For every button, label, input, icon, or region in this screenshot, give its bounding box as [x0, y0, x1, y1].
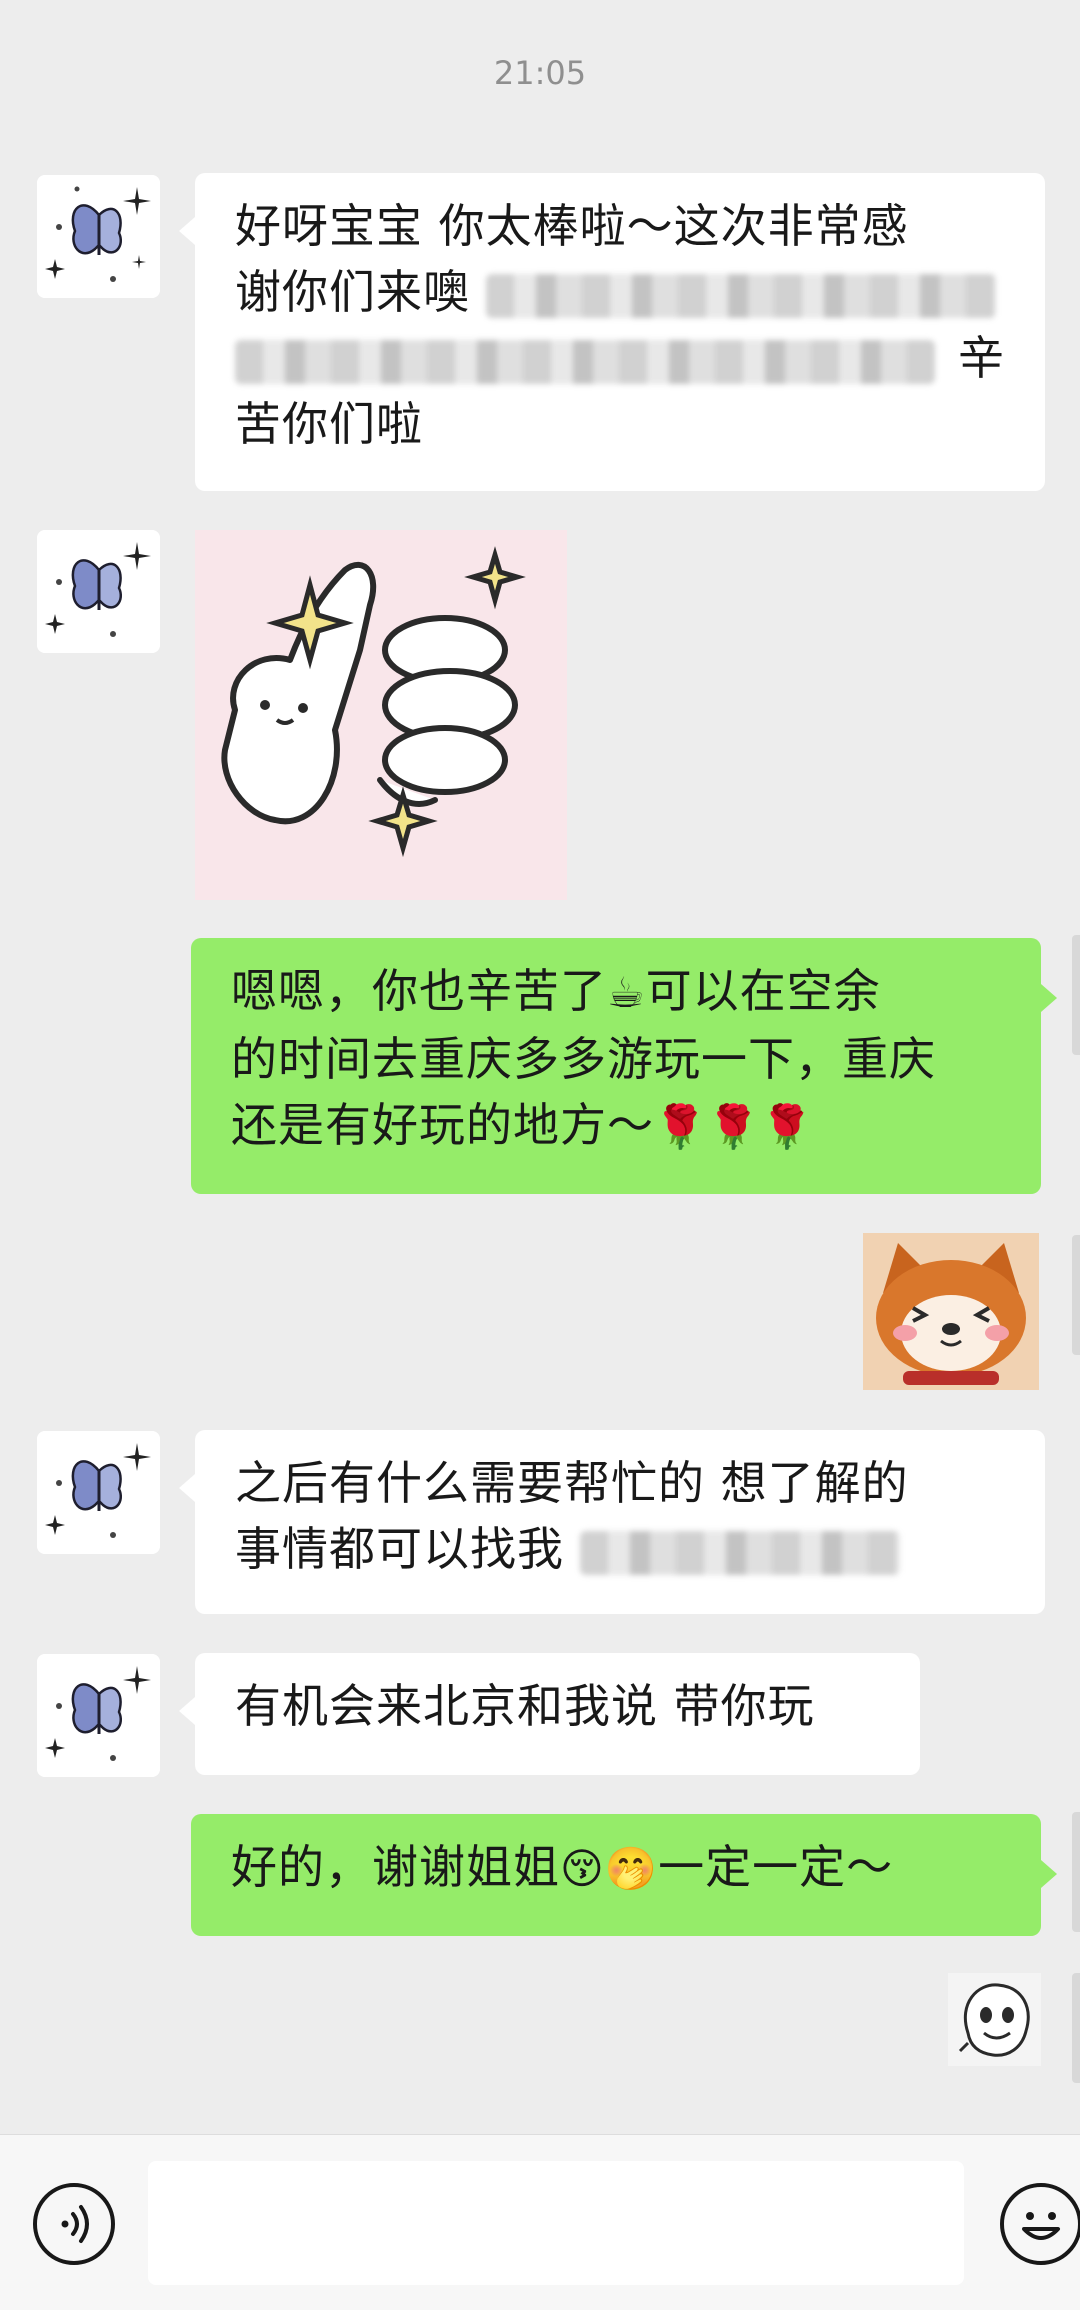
voice-icon	[61, 2205, 89, 2243]
message-text-line: 辛	[235, 325, 1005, 391]
timestamp: 21:05	[493, 54, 587, 92]
butterfly-avatar-icon	[37, 1654, 160, 1777]
thumbs-up-bear-sticker[interactable]	[195, 530, 567, 900]
contact-avatar[interactable]	[37, 1431, 160, 1554]
shiba-dog-icon	[863, 1233, 1039, 1390]
contact-avatar[interactable]	[37, 530, 160, 653]
message-bubble-incoming[interactable]: 之后有什么需要帮忙的 想了解的 事情都可以找我	[179, 1430, 1045, 1614]
message-bubble-outgoing[interactable]: 好的，谢谢姐姐😚🤭一定一定～	[191, 1814, 1057, 1936]
thumbs-up-bear-icon	[221, 546, 526, 858]
kiss-hug-emoji-icon: 😚🤭	[560, 1844, 659, 1893]
message-text-line: 好的，谢谢姐姐😚🤭一定一定～	[231, 1840, 894, 1894]
message-bubble-incoming[interactable]: 好呀宝宝 你太棒啦～这次非常感 谢你们来噢 辛 苦你们啦	[179, 173, 1045, 491]
self-avatar-edge	[1072, 1235, 1080, 1355]
smiley-icon	[1022, 2212, 1060, 2240]
coffee-emoji-icon: ☕	[607, 968, 646, 1017]
message-bubble-incoming[interactable]: 有机会来北京和我说 带你玩	[179, 1653, 920, 1775]
cartoon-face-icon	[948, 1973, 1041, 2066]
input-bar	[0, 2134, 1080, 2310]
self-avatar-edge	[1072, 1812, 1080, 1932]
message-text-line: 苦你们啦	[235, 397, 423, 451]
redacted-text	[235, 339, 935, 384]
message-bubble-outgoing[interactable]: 嗯嗯，你也辛苦了☕可以在空余 的时间去重庆多多游玩一下，重庆 还是有好玩的地方～…	[191, 938, 1057, 1194]
butterfly-avatar-icon	[37, 175, 160, 298]
self-avatar-edge	[1072, 935, 1080, 1055]
message-text-line: 嗯嗯，你也辛苦了☕可以在空余	[231, 964, 881, 1018]
voice-button[interactable]	[33, 2183, 115, 2265]
message-text-line: 谢你们来噢	[235, 259, 1005, 325]
cartoon-face-sticker[interactable]	[948, 1973, 1041, 2066]
message-text-line: 的时间去重庆多多游玩一下，重庆	[231, 1032, 936, 1086]
contact-avatar[interactable]	[37, 1654, 160, 1777]
self-avatar-edge	[1072, 1973, 1080, 2083]
butterfly-avatar-icon	[37, 530, 160, 653]
emoji-button[interactable]	[1000, 2183, 1080, 2265]
redacted-text	[579, 1530, 900, 1575]
message-text-line: 事情都可以找我	[235, 1516, 1005, 1582]
message-text-line: 之后有什么需要帮忙的 想了解的	[235, 1456, 909, 1510]
message-text-line: 还是有好玩的地方～🌹🌹🌹	[231, 1098, 814, 1152]
rose-emoji-icon: 🌹🌹🌹	[654, 1102, 814, 1151]
message-input[interactable]	[148, 2161, 964, 2285]
message-text-line: 有机会来北京和我说 带你玩	[235, 1679, 815, 1733]
message-text-line: 好呀宝宝 你太棒啦～这次非常感	[235, 199, 909, 253]
shiba-dog-sticker[interactable]	[863, 1233, 1039, 1390]
butterfly-avatar-icon	[37, 1431, 160, 1554]
contact-avatar[interactable]	[37, 175, 160, 298]
redacted-text	[485, 273, 996, 318]
